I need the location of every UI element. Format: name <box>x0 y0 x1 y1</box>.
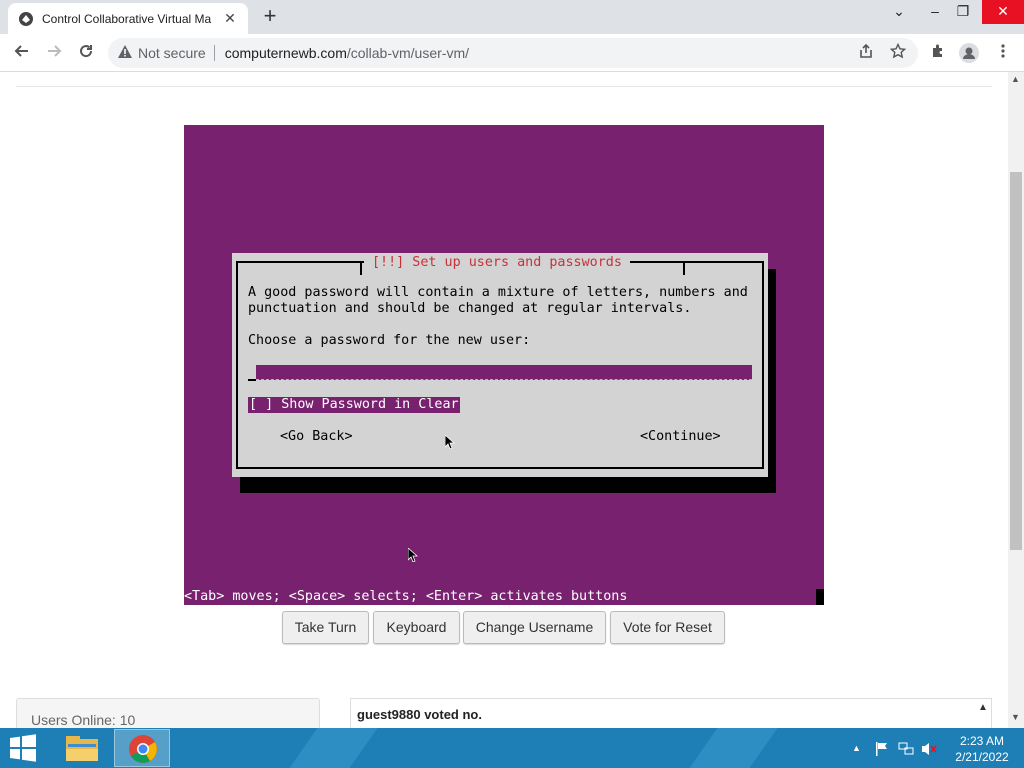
url-text[interactable]: computernewb.com/collab-vm/user-vm/ <box>225 45 469 61</box>
extensions-puzzle-icon[interactable] <box>927 43 949 65</box>
network-icon[interactable] <box>898 741 914 757</box>
mouse-cursor-icon <box>445 435 455 449</box>
warning-icon[interactable] <box>118 45 132 61</box>
address-bar[interactable]: Not secure computernewb.com/collab-vm/us… <box>108 38 918 68</box>
profile-avatar-icon[interactable] <box>958 43 980 65</box>
mouse-cursor-icon <box>408 548 418 562</box>
vm-display[interactable]: [!!] Set up users and passwords A good p… <box>184 125 824 605</box>
scroll-thumb[interactable] <box>1010 172 1022 550</box>
dialog-description: A good password will contain a mixture o… <box>248 285 748 317</box>
restore-button[interactable]: ❐ <box>946 0 980 24</box>
chat-scroll-up-icon[interactable]: ▲ <box>978 702 988 713</box>
scroll-down-icon[interactable]: ▼ <box>1011 712 1020 722</box>
continue-button[interactable]: <Continue> <box>640 429 721 445</box>
omnibox-divider <box>213 45 215 61</box>
clock-time: 2:23 AM <box>959 734 1005 748</box>
bookmark-star-icon[interactable] <box>887 42 909 65</box>
password-input[interactable] <box>256 365 752 380</box>
taskbar-decor <box>668 728 792 768</box>
title-tick-right <box>683 261 685 275</box>
back-arrow-icon[interactable] <box>10 41 34 65</box>
browser-tab[interactable]: Control Collaborative Virtual Ma ✕ <box>8 3 248 34</box>
page-content: [!!] Set up users and passwords A good p… <box>0 72 1008 728</box>
tray-expand-icon[interactable]: ▲ <box>852 743 861 753</box>
url-domain: computernewb.com <box>224 45 347 61</box>
taskbar-decor <box>268 728 392 768</box>
password-prompt: Choose a password for the new user: <box>248 333 531 348</box>
installer-dialog: [!!] Set up users and passwords A good p… <box>232 253 768 477</box>
header-divider <box>16 86 992 87</box>
file-explorer-icon[interactable] <box>54 729 110 767</box>
dialog-description-line2: punctuation and should be changed at reg… <box>248 301 692 316</box>
window-close-button[interactable]: ✕ <box>982 0 1024 24</box>
new-tab-button[interactable]: + <box>258 5 282 29</box>
keyboard-hint: <Tab> moves; <Space> selects; <Enter> ac… <box>184 589 628 604</box>
browser-toolbar: Not secure computernewb.com/collab-vm/us… <box>0 34 1024 72</box>
status-bar-block <box>816 589 824 605</box>
not-secure-label[interactable]: Not secure <box>138 45 206 61</box>
chrome-taskbar-icon[interactable] <box>114 729 170 767</box>
url-path: /collab-vm/user-vm/ <box>346 45 470 61</box>
tab-strip: Control Collaborative Virtual Ma ✕ + ⌄ –… <box>0 0 1024 34</box>
tab-title: Control Collaborative Virtual Ma <box>42 11 212 26</box>
forward-arrow-icon[interactable] <box>42 41 66 65</box>
system-clock[interactable]: 2:23 AM 2/21/2022 <box>944 733 1020 765</box>
clock-date: 2/21/2022 <box>955 750 1009 764</box>
show-password-checkbox[interactable]: [ ] Show Password in Clear <box>248 397 460 413</box>
tab-close-icon[interactable]: ✕ <box>222 10 238 27</box>
page-scrollbar[interactable]: ▲ ▼ <box>1008 72 1024 728</box>
volume-muted-icon[interactable] <box>920 741 938 757</box>
chrome-menu-icon[interactable] <box>992 43 1014 65</box>
share-icon[interactable] <box>855 43 877 65</box>
start-windows-icon[interactable] <box>8 734 38 762</box>
scroll-up-icon[interactable]: ▲ <box>1011 74 1020 84</box>
change-username-button[interactable]: Change Username <box>463 611 606 644</box>
chat-message: guest9880 voted no. <box>350 698 992 728</box>
reload-icon[interactable] <box>74 41 98 65</box>
tab-search-icon[interactable]: ⌄ <box>882 0 916 24</box>
site-favicon-icon <box>19 11 33 26</box>
windows-taskbar: ▲ 2:23 AM 2/21/2022 <box>0 728 1024 768</box>
dialog-description-line1: A good password will contain a mixture o… <box>248 285 748 300</box>
title-tick-left <box>360 261 362 275</box>
users-online-panel: Users Online: 10 <box>16 698 320 728</box>
text-cursor <box>248 369 256 381</box>
action-center-flag-icon[interactable] <box>874 741 890 757</box>
dialog-title: [!!] Set up users and passwords <box>364 254 630 272</box>
keyboard-button[interactable]: Keyboard <box>373 611 460 644</box>
vote-reset-button[interactable]: Vote for Reset <box>610 611 725 644</box>
take-turn-button[interactable]: Take Turn <box>282 611 369 644</box>
go-back-button[interactable]: <Go Back> <box>280 429 353 445</box>
